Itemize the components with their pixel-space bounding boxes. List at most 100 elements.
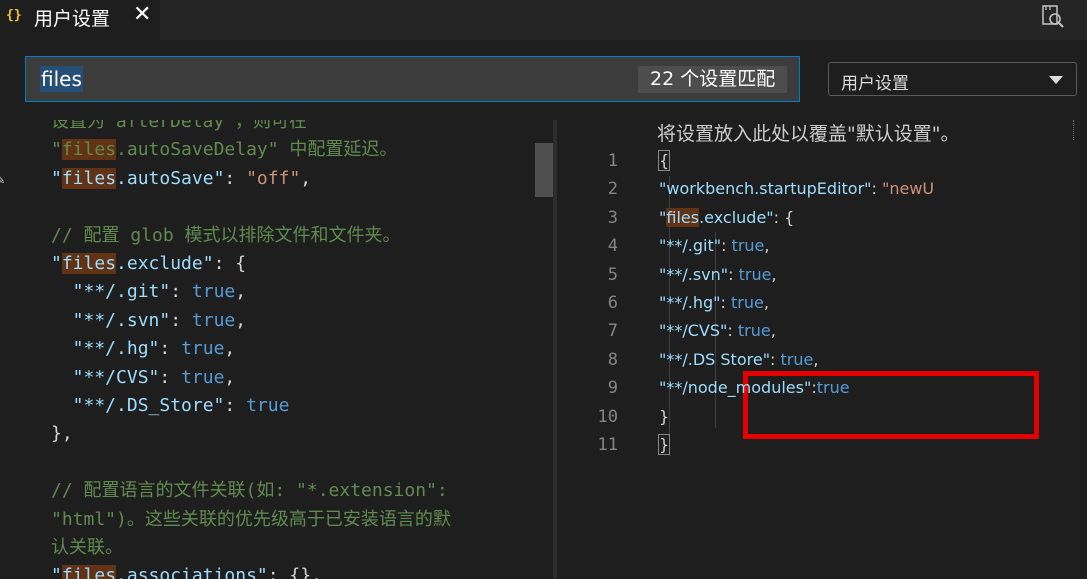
code-line[interactable]: "**/.git": true, [51,278,246,306]
open-settings-file-icon[interactable] [1040,4,1066,30]
code-line[interactable]: "**/.hg": true, [659,289,769,317]
line-number: 5 [607,264,618,285]
code-token: : [159,338,182,360]
code-token: true [738,264,772,284]
code-line[interactable]: "**/node_modules":true [659,374,850,402]
code-token: "**/CVS" [659,321,728,341]
code-line[interactable]: "files.exclude": { [51,250,246,278]
code-token: : [728,264,739,284]
code-token: , [224,366,236,388]
code-token: // 配置语言的文件关联(如: "*.extension": [51,480,448,502]
code-line[interactable]: } [657,431,671,459]
user-settings-header-hint: 将设置放入此处以覆盖"默认设置"。 [657,123,960,145]
code-token: true [816,378,850,398]
code-token: : [159,366,182,388]
code-token: : {}, [267,565,322,579]
code-line[interactable]: "**/.git": true, [659,232,770,260]
code-token: , [771,264,777,284]
search-match-highlight: files [61,253,117,274]
code-token: " [51,565,62,579]
left-editor-scrollbar-thumb[interactable] [535,143,553,197]
close-icon[interactable]: ✕ [133,2,151,27]
code-line[interactable]: "**/.svn": true, [51,307,246,335]
code-token: : [170,281,192,303]
code-line[interactable]: "**/.hg": true, [51,335,236,363]
code-token: : [224,167,247,189]
code-token: "off" [246,167,301,189]
code-line[interactable]: // 配置 glob 模式以排除文件和文件夹。 [51,222,401,250]
code-token: " [51,167,62,189]
code-token: } [657,434,671,455]
line-number: 2 [607,179,618,200]
code-token: "**/.svn" [659,264,729,284]
code-line[interactable]: }, [51,420,73,448]
code-line[interactable]: "**/.svn": true, [659,261,777,289]
settings-search-input[interactable]: files 22 个设置匹配 [25,56,800,102]
settings-scope-select[interactable]: 用户设置 [828,62,1077,96]
search-match-highlight: files [61,167,117,189]
code-token: .exclude" [116,253,214,274]
tab-user-settings[interactable]: {} 用户设置 ✕ [0,0,160,40]
code-token: true [181,366,225,388]
line-number: 7 [607,321,618,342]
code-token: "**/node_modules" [659,378,812,398]
code-token: "workbench.startupEditor" [659,179,872,199]
code-token: : [721,236,732,256]
search-input-value[interactable]: files [40,66,83,92]
code-token: .autoSave" [116,167,225,189]
code-token: , [763,293,769,312]
code-line[interactable]: } [659,403,669,431]
code-token: true [737,321,771,341]
code-token: true [780,349,814,369]
code-token: : [224,395,247,416]
code-line[interactable]: "**/CVS": true, [659,317,776,345]
code-line[interactable]: "html")。这些关联的优先级高于已安装语言的默 [51,506,451,534]
code-token: : [720,293,731,312]
chevron-down-icon[interactable] [1049,76,1063,84]
code-line[interactable]: "**/.DS Store": true, [659,346,818,374]
code-line[interactable]: "files.associations": {}, [51,562,322,579]
code-line[interactable]: // 配置语言的文件关联(如: "*.extension": [51,477,448,505]
code-token: : { [213,253,247,274]
code-token: true [181,338,225,360]
code-token: " [51,253,62,274]
line-number: 9 [607,378,618,399]
code-line[interactable]: "files.exclude": { [659,204,794,232]
scope-select-value: 用户设置 [841,74,909,94]
code-token: true [730,293,764,312]
code-token: , [224,338,236,360]
code-token: 设置为"afterDelay"，则可在 [51,120,308,132]
code-token: "**/.git" [659,236,722,256]
code-line[interactable]: 认关联。 [51,534,123,562]
code-token: , [235,309,247,331]
line-number: 1 [607,151,618,171]
code-token: , [300,167,312,189]
code-token: "**/CVS" [51,366,160,388]
code-token: } [659,406,670,426]
code-token: "**/.svn" [51,309,171,331]
code-line[interactable]: "**/.DS_Store": true [51,392,290,420]
overview-ruler [1073,120,1087,140]
code-line[interactable]: "workbench.startupEditor": "newU [659,175,934,203]
code-line[interactable]: { [657,147,671,175]
code-token: .autoSaveDelay" 中配置延迟。 [116,139,398,161]
line-number: 6 [607,293,618,313]
code-token: "**/.hg" [659,293,721,312]
code-line[interactable]: "files.autoSave": "off", [51,165,311,193]
search-match-highlight: files [61,139,117,161]
code-line[interactable]: "files.autoSaveDelay" 中配置延迟。 [51,136,397,164]
user-settings-editor[interactable]: 将设置放入此处以覆盖"默认设置"。 1 2 3 4 5 6 7 8 9 10 11 { "workbe… [557,120,1087,579]
code-token: " [51,139,62,161]
search-match-highlight: files [666,207,700,227]
code-token: , [235,281,247,303]
line-number: 8 [607,349,618,370]
default-settings-editor[interactable]: ✎ 设置为"afterDelay"，则可在 "files.autoSaveDela… [0,120,553,579]
code-token: { [657,150,671,171]
code-token: true [191,281,236,303]
edit-pencil-icon[interactable]: ✎ [0,172,4,188]
search-match-highlight: files [61,565,117,579]
code-token: "**/.hg" [51,338,160,360]
code-line[interactable]: "**/CVS": true, [51,364,236,392]
code-token: "**/.DS Store" [659,349,771,369]
code-line[interactable]: 设置为"afterDelay"，则可在 [51,120,307,136]
